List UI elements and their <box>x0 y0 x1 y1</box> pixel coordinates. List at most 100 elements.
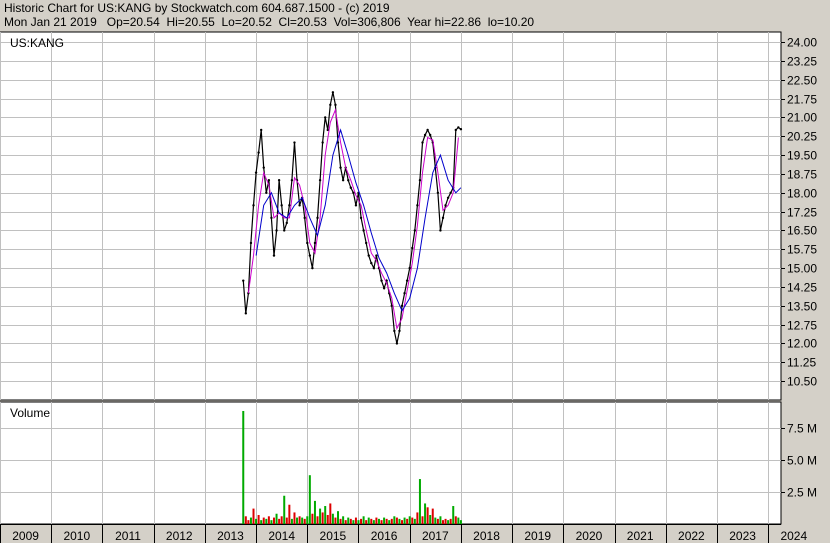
volume-bar <box>454 516 457 524</box>
volume-bar <box>260 520 263 524</box>
year-tick-label: 2013 <box>217 529 244 543</box>
price-point <box>408 266 411 270</box>
price-point <box>249 241 253 245</box>
price-point <box>329 103 332 107</box>
price-point <box>370 261 373 265</box>
volume-bar <box>342 516 345 524</box>
price-point <box>277 179 281 182</box>
price-point <box>382 287 386 290</box>
volume-bar <box>275 513 278 524</box>
price-tick-label: 17.25 <box>787 206 817 220</box>
volume-bar <box>398 518 401 524</box>
price-point <box>347 179 350 182</box>
volume-bar <box>360 518 363 524</box>
price-point <box>257 151 260 154</box>
price-tick-label: 19.50 <box>787 149 817 163</box>
volume-bar <box>303 518 306 524</box>
volume-bar <box>296 517 299 524</box>
volume-tick-label: 7.5 M <box>787 422 817 436</box>
price-point <box>416 204 419 207</box>
price-point <box>457 126 460 129</box>
price-tick-label: 21.00 <box>787 111 817 125</box>
volume-bar <box>257 515 260 524</box>
price-point <box>339 166 342 169</box>
volume-bar <box>316 516 319 524</box>
year-tick-label: 2024 <box>780 529 807 543</box>
price-point <box>372 266 376 270</box>
price-point <box>359 216 363 220</box>
year-tick-label: 2023 <box>729 529 756 543</box>
volume-panel <box>0 401 782 525</box>
volume-bar <box>439 516 442 524</box>
volume-bar <box>449 518 452 524</box>
volume-bar <box>311 513 314 524</box>
price-point <box>446 196 450 199</box>
volume-bar <box>354 517 357 524</box>
price-tick-label: 22.50 <box>787 74 817 88</box>
volume-bar <box>255 518 258 524</box>
volume-bar <box>452 506 455 524</box>
volume-bar <box>367 517 370 524</box>
volume-bar <box>242 410 245 524</box>
volume-bar <box>424 503 427 524</box>
price-point <box>311 266 314 270</box>
volume-bar <box>370 518 373 524</box>
volume-bar <box>352 520 355 524</box>
price-point <box>364 241 368 245</box>
price-tick-label: 24.00 <box>787 36 817 50</box>
price-point <box>454 128 457 132</box>
price-tick-label: 15.75 <box>787 243 817 257</box>
price-point <box>395 342 399 345</box>
volume-bar <box>380 520 383 524</box>
price-point <box>244 312 248 315</box>
volume-bar <box>365 520 368 524</box>
volume-bar <box>270 520 273 524</box>
price-point <box>400 304 404 308</box>
price-point <box>331 91 335 94</box>
price-point <box>265 191 268 194</box>
volume-bar <box>418 479 421 524</box>
price-tick-label: 15.00 <box>787 262 817 276</box>
year-tick-label: 2012 <box>166 529 193 543</box>
price-point <box>259 128 263 132</box>
volume-bar <box>436 518 439 524</box>
year-tick-label: 2019 <box>524 529 551 543</box>
volume-bar <box>403 517 406 524</box>
stock-chart: 2009 2010 2011 2012 2013 2014 2015 2016 2017 2018… <box>0 31 817 543</box>
volume-bar <box>375 517 378 524</box>
price-point <box>313 241 317 245</box>
volume-bar <box>308 475 311 524</box>
volume-bar <box>406 518 409 524</box>
price-point <box>444 204 447 207</box>
price-point <box>459 128 463 131</box>
price-point <box>275 229 278 232</box>
volume-bar <box>347 517 350 524</box>
price-tick-label: 23.25 <box>787 55 817 69</box>
price-point <box>290 179 294 182</box>
year-tick-label: 2009 <box>12 529 39 543</box>
volume-bar <box>372 520 375 524</box>
volume-bar <box>441 520 444 524</box>
price-point <box>367 254 370 257</box>
chart-title: US:KANG <box>10 36 64 50</box>
price-point <box>449 191 452 194</box>
volume-bar <box>426 507 429 524</box>
price-point <box>398 329 401 333</box>
volume-bar <box>349 518 352 524</box>
volume-bar <box>249 517 252 524</box>
volume-bar <box>252 508 255 524</box>
price-point <box>306 241 309 245</box>
price-point <box>411 246 414 250</box>
year-tick-label: 2017 <box>422 529 449 543</box>
year-tick-label: 2022 <box>678 529 705 543</box>
price-point <box>426 128 429 132</box>
volume-bar <box>244 516 247 524</box>
price-point <box>418 179 422 182</box>
volume-label: Volume <box>10 406 50 420</box>
price-point <box>270 216 273 220</box>
volume-bar <box>329 503 332 524</box>
price-point <box>380 279 383 282</box>
price-point <box>436 191 440 194</box>
volume-bar <box>278 518 281 524</box>
price-tick-label: 18.75 <box>787 168 817 182</box>
